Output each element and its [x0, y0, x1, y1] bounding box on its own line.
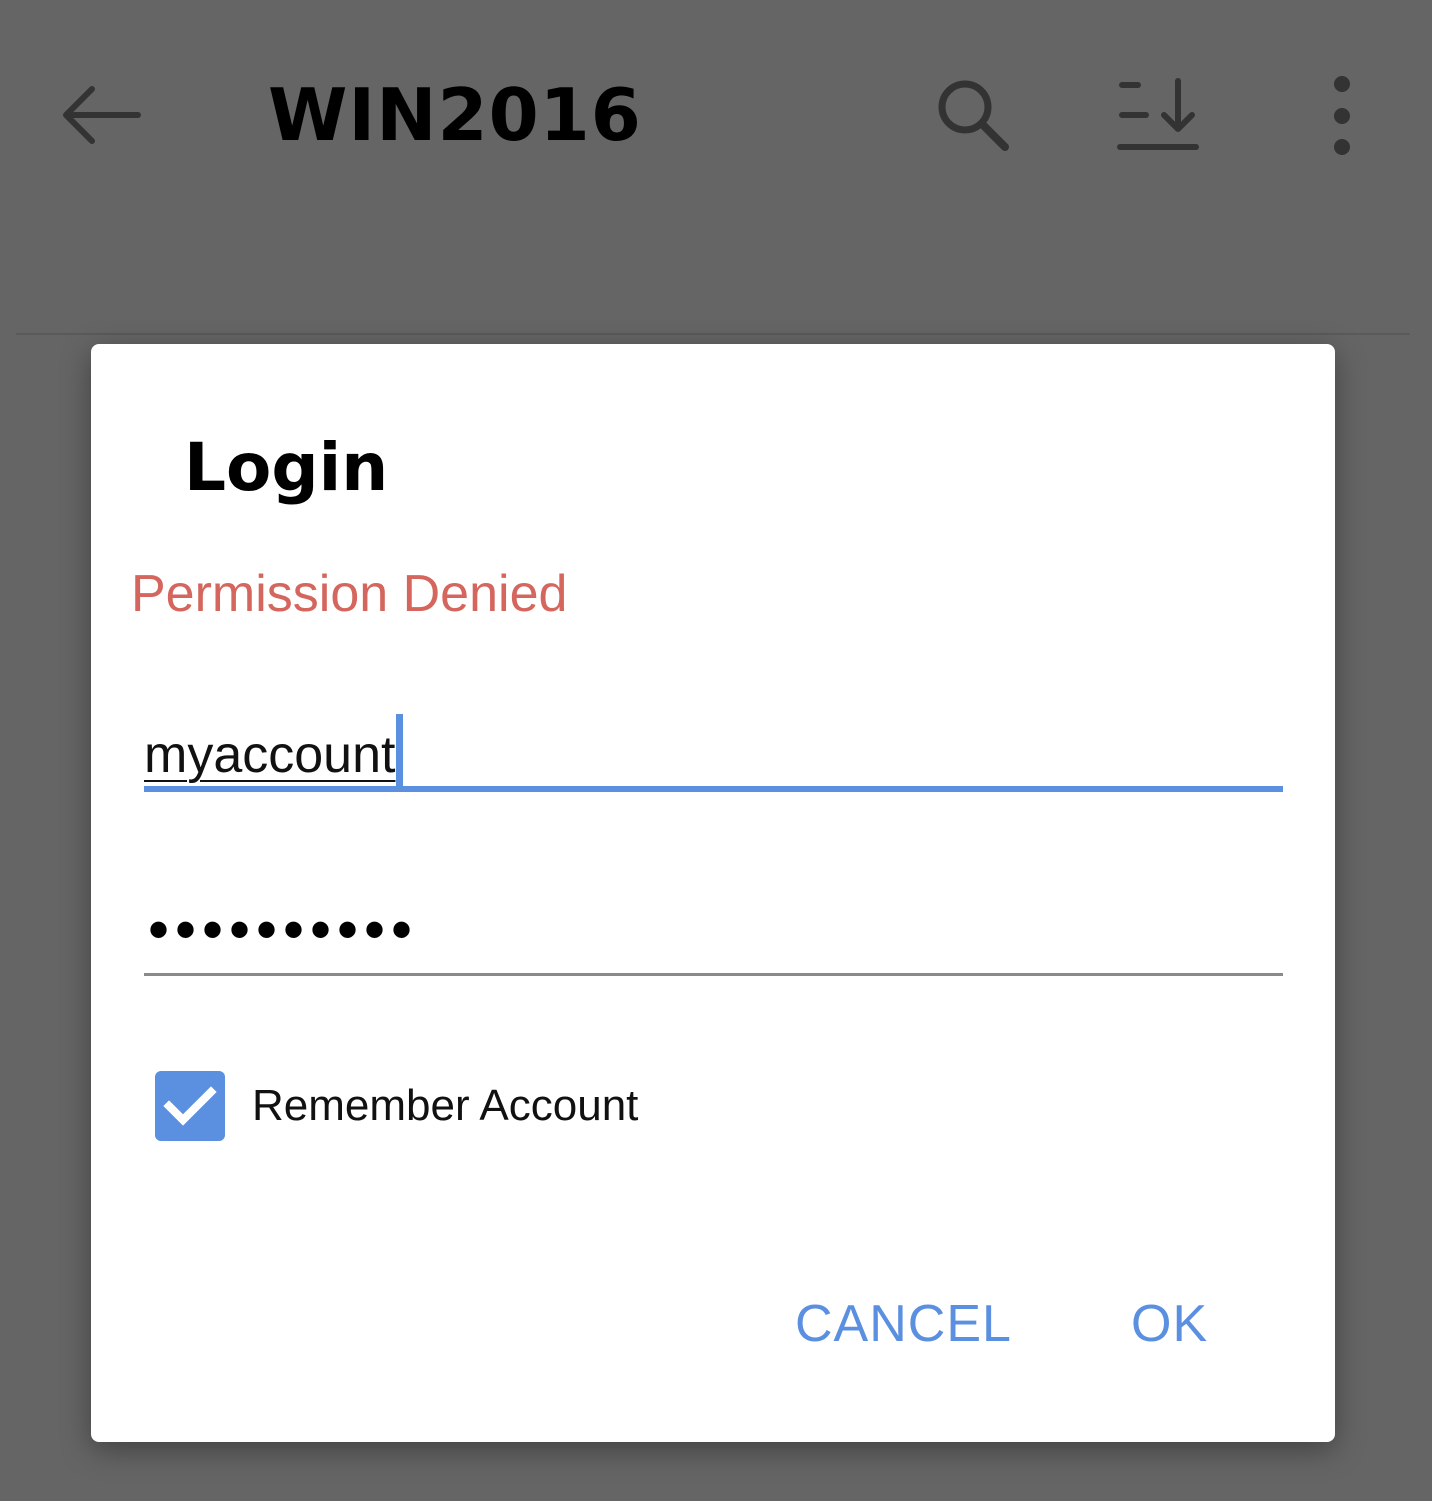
password-underline: [144, 973, 1283, 976]
app-screen: WIN2016 Login Permission Denied myaccoun…: [0, 0, 1432, 1501]
more-vertical-icon: [1334, 76, 1350, 155]
arrow-left-icon: [63, 86, 141, 144]
cancel-button[interactable]: CANCEL: [795, 1284, 1012, 1364]
divider: [16, 333, 1410, 335]
remember-account-row[interactable]: Remember Account: [155, 1071, 638, 1141]
sort-download-icon: [1117, 78, 1199, 150]
search-button[interactable]: [925, 70, 1021, 160]
checkmark-icon: [163, 1086, 217, 1126]
username-text: myaccount: [144, 726, 396, 784]
error-message: Permission Denied: [131, 565, 568, 623]
remember-account-checkbox[interactable]: [155, 1071, 225, 1141]
password-field[interactable]: ••••••••••: [144, 884, 1283, 976]
remember-account-label: Remember Account: [252, 1081, 639, 1130]
text-cursor: [396, 714, 404, 786]
back-button[interactable]: [50, 70, 150, 160]
ok-button[interactable]: OK: [1131, 1284, 1208, 1364]
username-underline: [144, 786, 1283, 792]
dialog-title: Login: [184, 429, 389, 506]
top-app-bar: WIN2016: [0, 0, 1432, 225]
search-icon: [938, 80, 1009, 151]
sort-button[interactable]: [1110, 70, 1206, 160]
more-options-button[interactable]: [1294, 70, 1390, 160]
username-field[interactable]: myaccount: [144, 696, 1283, 792]
username-value: myaccount: [144, 714, 404, 787]
login-dialog: Login Permission Denied myaccount ••••••…: [91, 344, 1335, 1442]
app-title: WIN2016: [268, 73, 642, 157]
password-value: ••••••••••: [148, 896, 419, 963]
